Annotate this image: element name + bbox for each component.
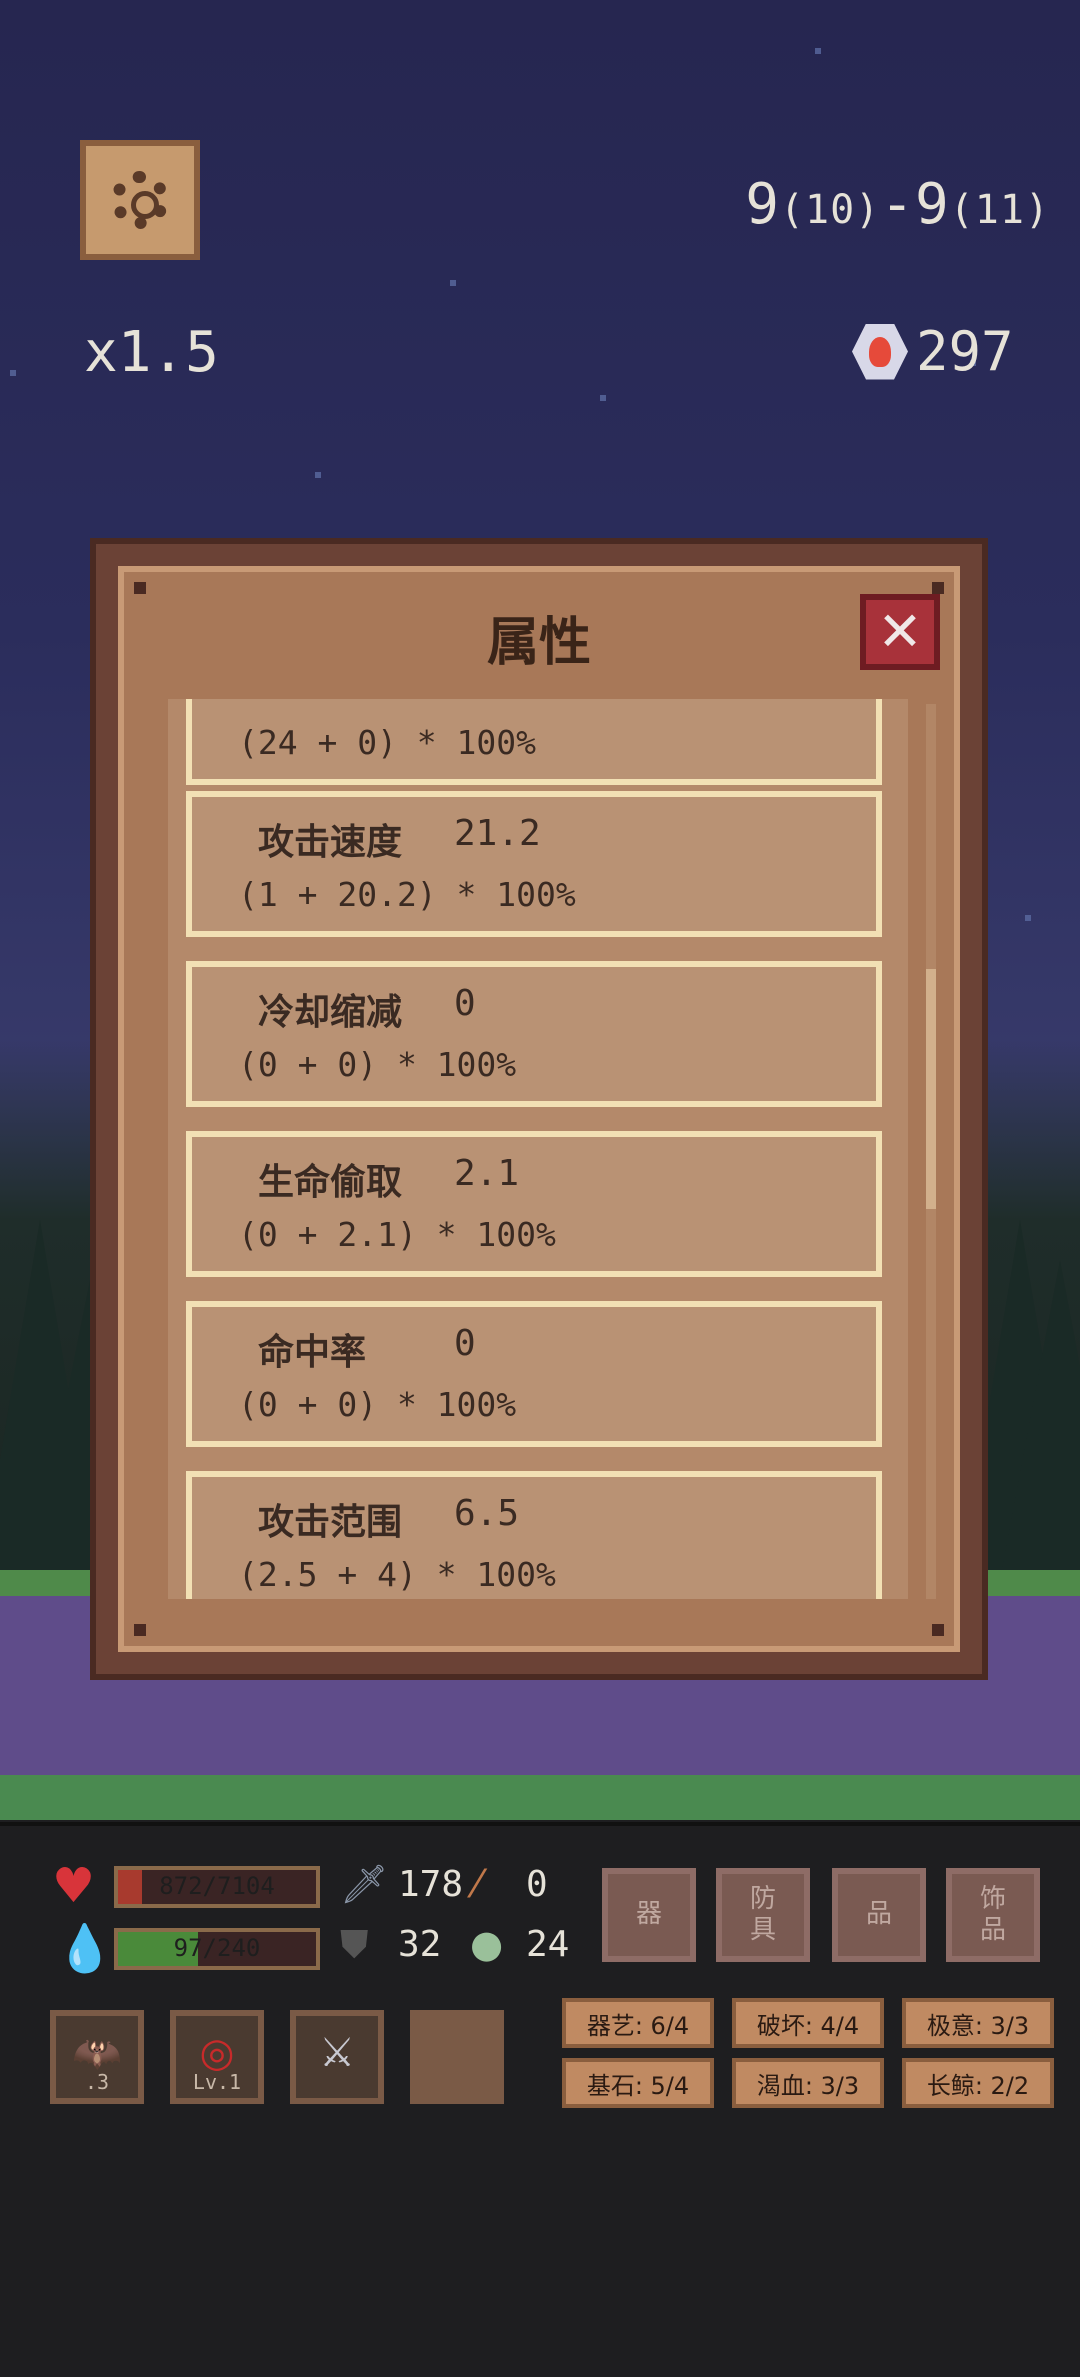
stat-card: (24 + 0) * 100%	[186, 699, 882, 785]
stat-formula: (1 + 20.2) * 100%	[238, 875, 576, 914]
stat-card: 冷却缩减 0 (0 + 0) * 100%	[186, 961, 882, 1107]
armor-icon: ⛊	[340, 1922, 369, 1966]
stat-card: 攻击范围 6.5 (2.5 + 4) * 100%	[186, 1471, 882, 1599]
synergy-tag[interactable]: 渴血: 3/3	[732, 2058, 884, 2108]
wand-icon: ⁄	[474, 1862, 481, 1906]
stat-name: 冷却缩减	[258, 992, 403, 1033]
hp-bar: 872/7104	[114, 1866, 320, 1908]
stat-formula: (24 + 0) * 100%	[238, 723, 537, 762]
tree	[1000, 1260, 1080, 1580]
stat-formula: (2.5 + 4) * 100%	[238, 1555, 556, 1594]
corner-rivet	[932, 582, 944, 594]
star	[600, 395, 606, 401]
stats-scroll-list[interactable]: (24 + 0) * 100% 攻击速度 21.2 (1 + 20.2) * 1…	[168, 699, 908, 1599]
stat-value: 0	[454, 1323, 476, 1364]
synergy-tag[interactable]: 极意: 3/3	[902, 1998, 1054, 2048]
equip-label: 品	[865, 1899, 892, 1930]
star	[1025, 915, 1031, 921]
stat-value: 0	[454, 983, 476, 1024]
fire-gem-icon	[852, 323, 908, 380]
attack-value: 178	[398, 1864, 464, 1905]
stat-name: 攻击速度	[258, 822, 403, 863]
stat-name: 生命偷取	[258, 1162, 403, 1203]
sword-icon: ⚔	[319, 2030, 355, 2076]
stat-value: 6.5	[454, 1493, 520, 1534]
hp-text: 872/7104	[159, 1872, 275, 1900]
stat-formula: (0 + 2.1) * 100%	[238, 1215, 556, 1254]
gear-icon	[111, 171, 169, 229]
close-icon: ✕	[877, 600, 923, 663]
equip-label: 饰 品	[979, 1883, 1006, 1945]
stat-formula: (0 + 0) * 100%	[238, 1045, 517, 1084]
stage-indicator: 9(10)-9(11)	[745, 172, 1050, 237]
skill-slot-empty[interactable]	[410, 2010, 504, 2104]
star	[315, 472, 321, 478]
synergy-tag[interactable]: 破坏: 4/4	[732, 1998, 884, 2048]
corner-rivet	[932, 1624, 944, 1636]
stat-formula: (0 + 0) * 100%	[238, 1385, 517, 1424]
stat-card: 攻击速度 21.2 (1 + 20.2) * 100%	[186, 791, 882, 937]
mp-text: 97/240	[173, 1934, 261, 1962]
gem-count: 297	[916, 320, 1014, 383]
hp-row: ♥ 872/7104	[52, 1858, 322, 1914]
scrollbar-thumb[interactable]	[926, 969, 936, 1209]
stat-card: 命中率 0 (0 + 0) * 100%	[186, 1301, 882, 1447]
crit-value: 0	[526, 1864, 548, 1905]
corner-rivet	[134, 582, 146, 594]
bat-icon: 🦇	[72, 2031, 122, 2077]
skill-slot-bat[interactable]: 🦇 .3	[50, 2010, 144, 2104]
stat-name: 攻击范围	[258, 1502, 403, 1543]
star	[815, 48, 821, 54]
equip-label: 防 具	[749, 1883, 776, 1945]
synergy-tag[interactable]: 器艺: 6/4	[562, 1998, 714, 2048]
corner-rivet	[134, 1624, 146, 1636]
synergy-tag[interactable]: 长鲸: 2/2	[902, 2058, 1054, 2108]
sword-icon: 🗡	[340, 1862, 389, 1906]
equip-label: 器	[635, 1899, 662, 1930]
game-speed-toggle[interactable]: x1.5	[84, 320, 219, 385]
equip-slot-item[interactable]: 品	[832, 1868, 926, 1962]
heart-icon: ♥	[52, 1858, 96, 1914]
attributes-dialog: 属性 ✕ (24 + 0) * 100% 攻击速度 21.2 (1 + 20.2…	[90, 538, 988, 1680]
vortex-icon: ◎	[199, 2030, 235, 2076]
star	[10, 370, 16, 376]
slime-icon: ●	[470, 1922, 504, 1966]
equip-slot-weapon[interactable]: 器	[602, 1868, 696, 1962]
stat-value: 21.2	[454, 813, 541, 854]
regen-value: 24	[526, 1924, 570, 1965]
star	[450, 280, 456, 286]
synergy-tag[interactable]: 基石: 5/4	[562, 2058, 714, 2108]
armor-value: 32	[398, 1924, 442, 1965]
skill-slot-sword[interactable]: ⚔	[290, 2010, 384, 2104]
close-button[interactable]: ✕	[860, 594, 940, 670]
grass-bottom	[0, 1775, 1080, 1820]
settings-button[interactable]	[80, 140, 200, 260]
stat-name: 命中率	[258, 1332, 367, 1373]
equip-slot-accessory[interactable]: 饰 品	[946, 1868, 1040, 1962]
stat-value: 2.1	[454, 1153, 520, 1194]
gem-counter: 297	[852, 320, 1014, 383]
mp-row: 💧 97/240	[56, 1924, 322, 1972]
stat-card: 生命偷取 2.1 (0 + 2.1) * 100%	[186, 1131, 882, 1277]
skill-slot-vortex[interactable]: ◎ Lv.1	[170, 2010, 264, 2104]
equip-slot-armor[interactable]: 防 具	[716, 1868, 810, 1962]
dialog-title: 属性	[486, 613, 591, 673]
mp-bar: 97/240	[114, 1928, 320, 1970]
water-drop-icon: 💧	[56, 1921, 114, 1975]
